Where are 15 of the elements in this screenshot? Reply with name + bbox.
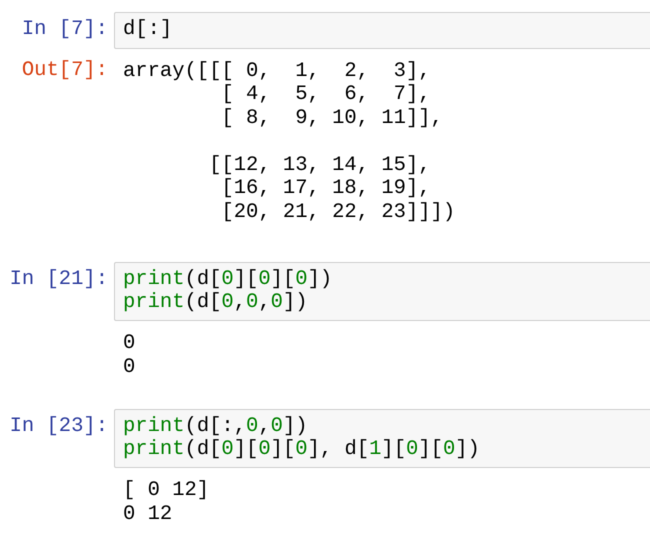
cell-output: 0 0 bbox=[122, 332, 136, 379]
input-prompt: In [21]: bbox=[10, 269, 108, 292]
cell-output: [ 0 12] 0 12 bbox=[122, 479, 210, 526]
code-line: print(d[0][0][0]) bbox=[123, 269, 332, 292]
code-cell[interactable]: print(d[:,0,0]) print(d[0][0][0], d[1][0][0]) bbox=[114, 409, 650, 468]
cell-output: array([[[ 0, 1, 2, 3], [ 4, 5, 6, 7], [ 8, 9, 10, 11]], [[12, 13, 14, 15], [16, 17, 18, 19], [20, 21, 22, 23]]]) bbox=[122, 60, 456, 224]
code-line: print(d[0,0,0]) bbox=[123, 292, 308, 314]
code-line: print(d[:,0,0]) bbox=[123, 416, 308, 438]
code-line: print(d[0][0][0], d[1][0][0]) bbox=[123, 438, 480, 461]
code-line: d[:] bbox=[123, 19, 172, 42]
output-prompt: Out[7]: bbox=[22, 60, 108, 82]
code-cell[interactable]: print(d[0][0][0]) print(d[0,0,0]) bbox=[114, 262, 650, 321]
input-prompt: In [23]: bbox=[10, 416, 108, 438]
input-prompt: In [7]: bbox=[22, 19, 108, 42]
code-cell[interactable]: d[:] bbox=[114, 12, 650, 48]
